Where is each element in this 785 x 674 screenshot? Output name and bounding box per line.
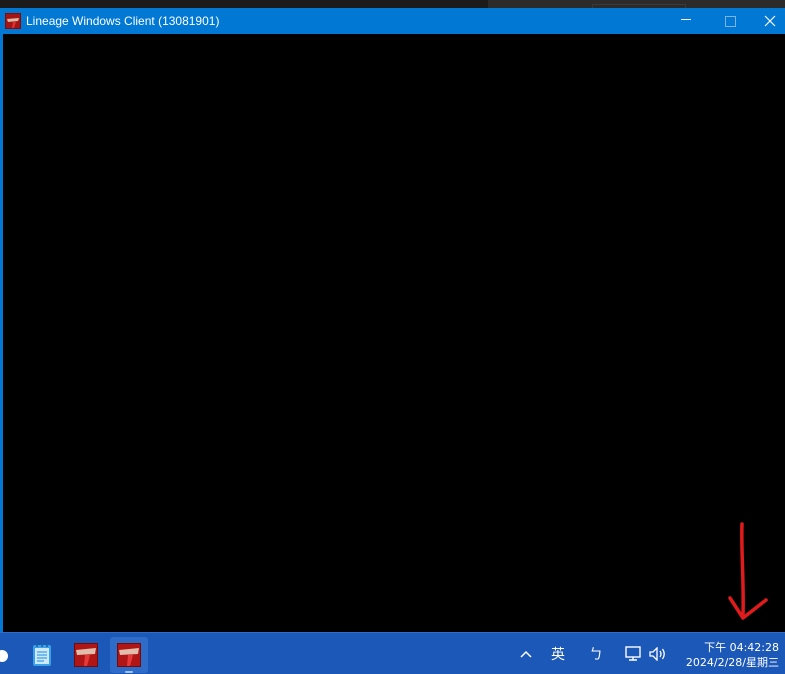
minimize-button[interactable] [666,8,706,34]
ime-mode-button[interactable]: 英 [544,633,572,674]
system-clock[interactable]: 下午 04:42:28 2024/2/28/星期三 [686,640,779,670]
chevron-up-icon [520,650,532,658]
volume-icon [649,646,665,661]
network-icon [625,645,641,661]
lineage-app-icon [5,13,21,29]
clock-time: 下午 04:42:28 [704,641,779,654]
maximize-button[interactable] [710,8,750,34]
window-title: Lineage Windows Client (13081901) [26,14,220,28]
lineage-icon [74,643,98,667]
taskbar-app-lineage-active[interactable] [110,637,148,673]
game-client-area[interactable] [3,34,785,632]
close-button[interactable] [755,8,785,34]
ime-symbol-button[interactable]: ㄅ [584,633,608,674]
network-button[interactable] [622,633,644,674]
app-window: Lineage Windows Client (13081901) [0,8,785,632]
title-bar[interactable]: Lineage Windows Client (13081901) [0,8,785,34]
minimize-icon [681,18,691,20]
close-icon [764,15,776,27]
taskbar-app-notepad[interactable] [23,637,61,673]
maximize-icon [724,15,736,27]
tray-overflow-button[interactable] [515,633,537,674]
start-partial-icon[interactable] [0,650,8,662]
taskbar-app-lineage[interactable] [67,637,105,673]
red-arrow-annotation [728,522,768,620]
lineage-icon [117,643,141,667]
volume-button[interactable] [646,633,670,674]
taskbar: 英 ㄅ 下午 04:42:28 2024/2/28/星期三 [0,632,785,674]
clock-date: 2024/2/28/星期三 [685,656,779,669]
notepad-icon [33,643,51,666]
